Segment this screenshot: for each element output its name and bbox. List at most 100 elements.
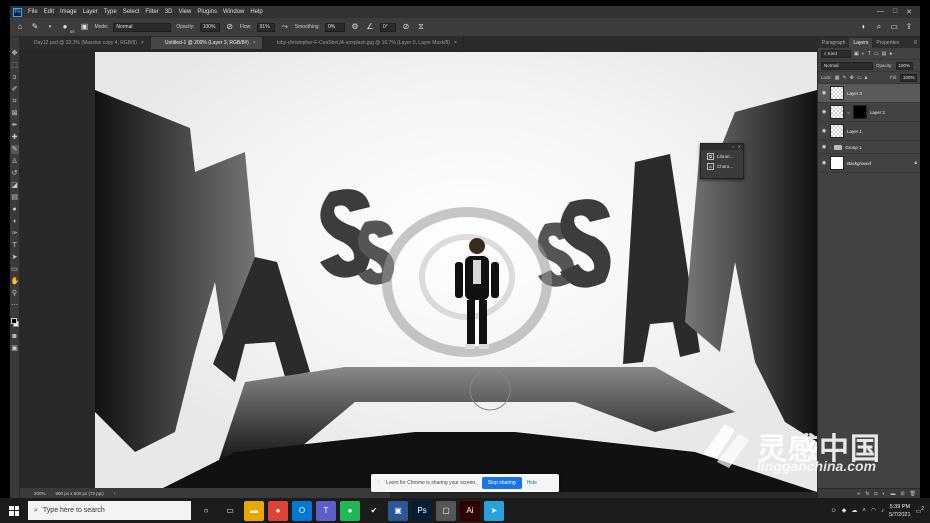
adjustment-layer-icon[interactable]: ◐ bbox=[882, 491, 885, 497]
menu-help[interactable]: Help bbox=[247, 6, 265, 18]
kind-filter-select[interactable]: ⌕ Kind bbox=[821, 49, 851, 58]
layer-row[interactable]: ◉ › Group 1 bbox=[818, 141, 920, 154]
eraser-tool-icon[interactable]: ◪ bbox=[11, 181, 19, 190]
layer-row[interactable]: ◉ Layer 3 bbox=[818, 84, 920, 103]
layer-row[interactable]: ◉ Background 🔒︎ bbox=[818, 154, 920, 173]
tray-people-icon[interactable]: ☺ bbox=[831, 508, 837, 514]
menu-3d[interactable]: 3D bbox=[162, 6, 176, 18]
menu-image[interactable]: Image bbox=[57, 6, 80, 18]
quick-select-tool-icon[interactable]: ✐ bbox=[11, 85, 19, 94]
close-tab-icon[interactable]: × bbox=[253, 40, 256, 46]
brush-tool-icon[interactable]: ✎ bbox=[30, 22, 40, 32]
tab-properties[interactable]: Properties bbox=[872, 38, 903, 48]
chevron-right-icon[interactable]: › bbox=[830, 145, 831, 150]
tick-app-icon[interactable]: ✔ bbox=[364, 500, 384, 521]
stamp-tool-icon[interactable]: ♙ bbox=[11, 157, 19, 166]
lock-artboard-icon[interactable]: ▭ bbox=[857, 75, 862, 81]
tray-wifi-icon[interactable]: ◠ bbox=[871, 507, 876, 514]
type-tool-icon[interactable]: T bbox=[11, 241, 19, 250]
rectangle-tool-icon[interactable]: ▭ bbox=[11, 265, 19, 274]
menu-window[interactable]: Window bbox=[220, 6, 247, 18]
illustrator-icon[interactable]: Ai bbox=[460, 500, 480, 521]
tab-paragraph[interactable]: Paragraph bbox=[818, 38, 849, 48]
color-swatches[interactable] bbox=[10, 317, 20, 329]
shape-filter-icon[interactable]: ▭ bbox=[874, 51, 879, 57]
eye-icon[interactable]: ◉ bbox=[821, 160, 827, 166]
layer-opacity-field[interactable]: 100% bbox=[895, 61, 913, 70]
foreground-color-swatch[interactable] bbox=[10, 318, 17, 324]
tray-chevron-icon[interactable]: ˄ bbox=[862, 508, 866, 514]
outlook-icon[interactable]: O bbox=[292, 500, 312, 521]
teams-icon[interactable]: T bbox=[316, 500, 336, 521]
pixel-filter-icon[interactable]: ▣ bbox=[854, 51, 859, 57]
screen-mode-icon[interactable]: ▣ bbox=[11, 344, 19, 353]
document-canvas[interactable] bbox=[95, 52, 817, 492]
drag-handle-icon[interactable]: ⋮ bbox=[376, 480, 381, 486]
chrome-icon[interactable]: ● bbox=[268, 500, 288, 521]
tab-untitled-1[interactable]: Untitled-1 @ 200% (Layer 3, RGB/8#) × bbox=[150, 37, 263, 49]
telegram-icon[interactable]: ➤ bbox=[484, 500, 504, 521]
smoothing-field[interactable]: 0% bbox=[324, 22, 345, 32]
brush-preset-icon[interactable]: ● bbox=[60, 22, 70, 32]
zoom-level[interactable]: 200% bbox=[34, 491, 46, 496]
chevron-right-icon[interactable]: › bbox=[114, 491, 116, 496]
panel-menu-icon[interactable]: ≡ bbox=[913, 38, 920, 48]
menu-filter[interactable]: Filter bbox=[142, 6, 161, 18]
marquee-tool-icon[interactable]: ⬚ bbox=[11, 61, 19, 70]
lock-transparent-icon[interactable]: ▦ bbox=[835, 75, 840, 81]
blend-mode-select[interactable]: Normal bbox=[821, 61, 873, 70]
menu-select[interactable]: Select bbox=[120, 6, 143, 18]
airbrush-icon[interactable]: ⤳ bbox=[280, 22, 290, 32]
mode-select[interactable]: Normal bbox=[113, 22, 172, 32]
tray-dropbox-icon[interactable]: ◆ bbox=[842, 507, 847, 514]
gear-icon[interactable]: ⚙ bbox=[350, 22, 360, 32]
zoom-tool-icon[interactable]: ⚲ bbox=[11, 289, 19, 298]
learn-icon[interactable]: ◐ bbox=[859, 22, 869, 32]
smart-filter-icon[interactable]: ▤ bbox=[882, 51, 887, 57]
taskbar-search[interactable]: ⌕ Type here to search bbox=[28, 501, 191, 520]
menu-layer[interactable]: Layer bbox=[80, 6, 101, 18]
tray-volume-icon[interactable]: ♪ bbox=[881, 508, 884, 514]
layer-row[interactable]: ◉ Layer 1 bbox=[818, 122, 920, 141]
home-icon[interactable]: ⌂ bbox=[15, 22, 25, 32]
eye-icon[interactable]: ◉ bbox=[821, 109, 827, 115]
pressure-size-icon[interactable]: ⊘ bbox=[401, 22, 411, 32]
search-icon[interactable]: ⌕ bbox=[874, 22, 884, 32]
move-tool-icon[interactable]: ✥ bbox=[11, 49, 19, 58]
new-layer-icon[interactable]: ⊞ bbox=[900, 491, 904, 497]
menu-plugins[interactable]: Plugins bbox=[194, 6, 220, 18]
minimize-button[interactable]: — bbox=[877, 8, 884, 16]
tab-layers[interactable]: Layers bbox=[849, 38, 873, 48]
new-group-icon[interactable]: ▬ bbox=[890, 491, 895, 497]
menu-file[interactable]: File bbox=[25, 6, 41, 18]
menu-edit[interactable]: Edit bbox=[41, 6, 57, 18]
task-view-icon[interactable]: ○ bbox=[196, 500, 216, 521]
pen-tool-icon[interactable]: ✑ bbox=[11, 229, 19, 238]
healing-tool-icon[interactable]: ✚ bbox=[11, 133, 19, 142]
lock-position-icon[interactable]: ✥ bbox=[850, 75, 854, 81]
file-explorer-icon[interactable]: ▬ bbox=[244, 500, 264, 521]
photoshop-icon[interactable]: Ps bbox=[412, 500, 432, 521]
libraries-panel-button[interactable]: ⧉ Librari... bbox=[701, 150, 743, 160]
tab-day12[interactable]: Day12.psd @ 33.3% (Massive copy 4, RGB/8… bbox=[20, 37, 151, 49]
opacity-field[interactable]: 100% bbox=[199, 22, 220, 32]
tray-cloud-icon[interactable]: ☁ bbox=[851, 507, 857, 514]
chevron-down-icon[interactable]: ▾ bbox=[45, 22, 55, 32]
blur-tool-icon[interactable]: ● bbox=[11, 205, 19, 214]
menu-view[interactable]: View bbox=[175, 6, 194, 18]
flow-field[interactable]: 91% bbox=[256, 22, 275, 32]
add-mask-icon[interactable]: ◘ bbox=[874, 491, 877, 497]
type-filter-icon[interactable]: T bbox=[868, 51, 871, 57]
trash-icon[interactable]: 🗑︎ bbox=[910, 491, 916, 497]
lock-pixels-icon[interactable]: ✎ bbox=[843, 75, 847, 81]
close-tab-icon[interactable]: × bbox=[454, 40, 457, 46]
lock-all-icon[interactable]: 🔒︎ bbox=[865, 75, 868, 81]
maximize-button[interactable]: □ bbox=[893, 8, 897, 16]
collapse-icon[interactable]: « bbox=[732, 144, 734, 150]
stop-sharing-button[interactable]: Stop sharing bbox=[481, 477, 522, 489]
filter-toggle-icon[interactable]: ● bbox=[889, 51, 892, 57]
close-tab-icon[interactable]: × bbox=[141, 40, 144, 46]
path-select-tool-icon[interactable]: ➤ bbox=[11, 253, 19, 262]
hand-tool-icon[interactable]: ✋ bbox=[11, 277, 20, 286]
screen-app-icon[interactable]: ▢ bbox=[436, 500, 456, 521]
